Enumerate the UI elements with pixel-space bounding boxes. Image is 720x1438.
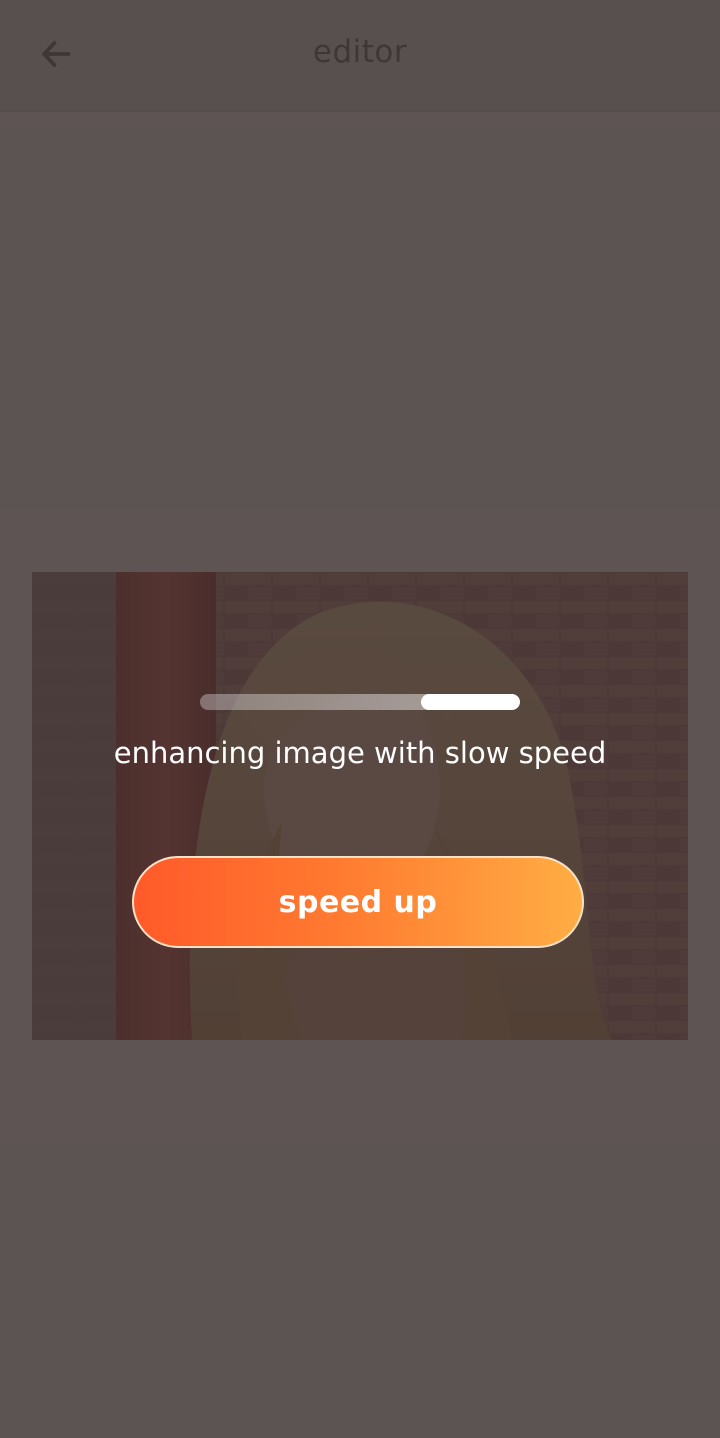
header-scrim — [0, 0, 720, 112]
enhancing-status-text: enhancing image with slow speed — [113, 736, 607, 770]
progress-bar-fill — [420, 694, 520, 710]
modal-scrim — [0, 0, 720, 1438]
progress-bar — [200, 694, 520, 710]
speed-up-button[interactable]: speed up — [132, 856, 584, 948]
